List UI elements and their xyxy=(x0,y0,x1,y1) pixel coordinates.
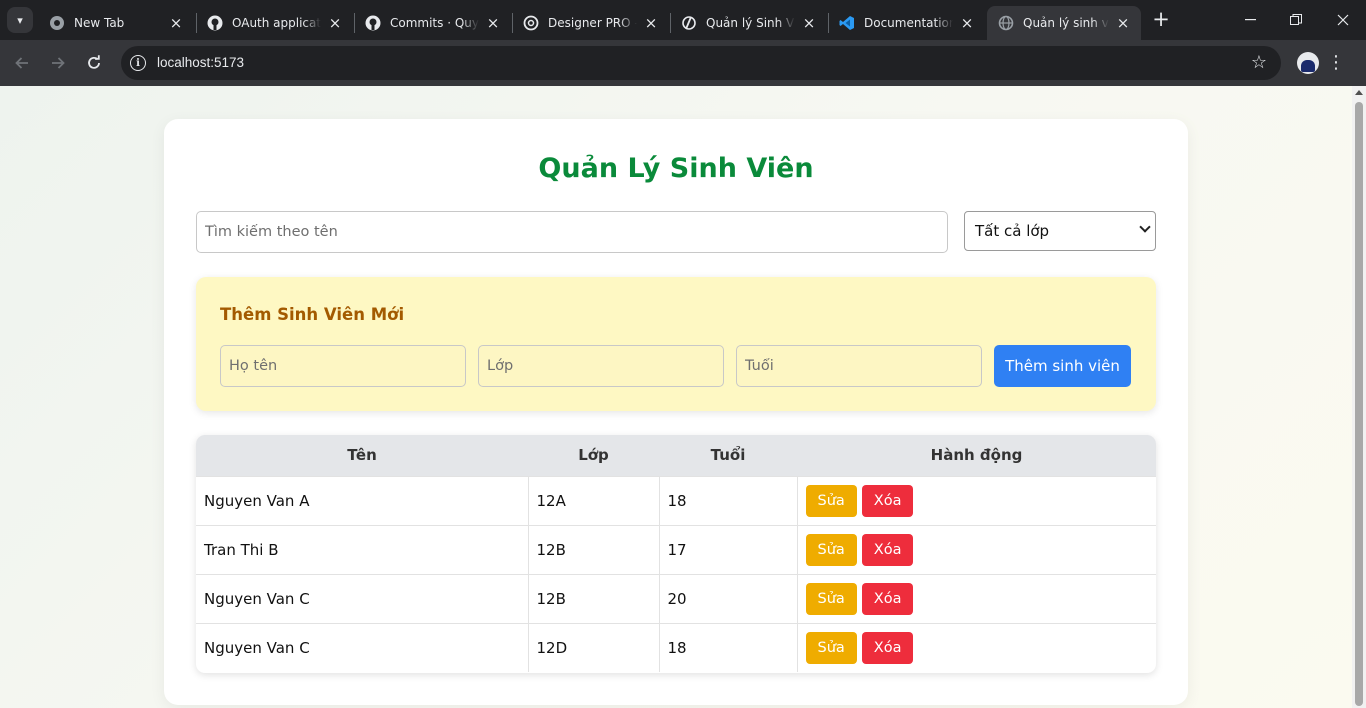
profile-avatar[interactable] xyxy=(1297,52,1319,74)
scroll-up-icon[interactable] xyxy=(1355,90,1363,95)
edit-button[interactable]: Sửa xyxy=(805,533,857,566)
back-icon[interactable] xyxy=(8,49,36,77)
cell-class: 12B xyxy=(527,524,659,574)
close-icon[interactable]: × xyxy=(327,15,343,31)
cell-age: 18 xyxy=(658,622,797,672)
tab-title: New Tab xyxy=(74,16,125,30)
tab-title: Quản lý sinh viên xyxy=(1023,16,1109,30)
address-bar[interactable]: i localhost:5173 ☆ xyxy=(121,46,1281,80)
cell-name: Tran Thi B xyxy=(196,524,528,574)
table-row: Nguyen Van A 12A 18 Sửa Xóa xyxy=(196,475,1156,525)
name-input[interactable] xyxy=(220,345,466,387)
close-icon[interactable]: × xyxy=(959,15,975,31)
cell-class: 12A xyxy=(527,475,659,525)
tab-title: Documentation xyxy=(864,16,953,30)
cell-age: 20 xyxy=(658,573,797,623)
vite-icon xyxy=(681,15,697,31)
reload-icon[interactable] xyxy=(80,49,108,77)
url-text: localhost:5173 xyxy=(157,55,245,70)
class-input[interactable] xyxy=(478,345,724,387)
page-title: Quản Lý Sinh Viên xyxy=(538,153,814,184)
add-student-panel: Thêm Sinh Viên Mới Thêm sinh viên xyxy=(196,277,1156,411)
tab-search-chevron-icon[interactable]: ▾ xyxy=(7,7,33,33)
app-card: Quản Lý Sinh Viên Tất cả lớp Thêm Sinh V… xyxy=(164,119,1188,705)
new-tab-button[interactable]: + xyxy=(1150,8,1172,32)
table-row: Tran Thi B 12B 17 Sửa Xóa xyxy=(196,524,1156,574)
cell-age: 17 xyxy=(658,524,797,574)
forward-icon[interactable] xyxy=(44,49,72,77)
github-icon xyxy=(207,15,223,31)
class-filter-select[interactable]: Tất cả lớp xyxy=(964,211,1156,251)
delete-button[interactable]: Xóa xyxy=(861,631,914,664)
add-student-button[interactable]: Thêm sinh viên xyxy=(994,345,1131,387)
table-row: Nguyen Van C 12D 18 Sửa Xóa xyxy=(196,622,1156,672)
tab-designer[interactable]: Designer PRO — × xyxy=(512,6,669,40)
cell-actions: Sửa Xóa xyxy=(796,475,1156,525)
page-viewport: Quản Lý Sinh Viên Tất cả lớp Thêm Sinh V… xyxy=(0,86,1352,708)
kebab-menu-icon[interactable]: ⋮ xyxy=(1327,51,1345,75)
cell-age: 18 xyxy=(658,475,797,525)
chevron-down-icon xyxy=(1139,221,1151,233)
search-input[interactable] xyxy=(196,211,948,253)
cell-class: 12B xyxy=(527,573,659,623)
table-row: Nguyen Van C 12B 20 Sửa Xóa xyxy=(196,573,1156,623)
globe-icon xyxy=(998,15,1014,31)
scrollbar-thumb[interactable] xyxy=(1355,102,1363,706)
header-actions: Hành động xyxy=(797,435,1156,476)
close-icon[interactable]: × xyxy=(1115,15,1131,31)
header-age: Tuổi xyxy=(659,435,797,476)
students-table: Tên Lớp Tuổi Hành động Nguyen Van A 12A … xyxy=(196,435,1156,673)
header-class: Lớp xyxy=(528,435,659,476)
window-close-icon[interactable] xyxy=(1320,0,1366,40)
cell-name: Nguyen Van C xyxy=(196,573,528,623)
class-filter-value: Tất cả lớp xyxy=(975,222,1050,240)
close-icon[interactable]: × xyxy=(168,15,184,31)
edit-button[interactable]: Sửa xyxy=(805,582,857,615)
delete-button[interactable]: Xóa xyxy=(861,582,914,615)
tab-active-quan-ly-sinh-vien[interactable]: Quản lý sinh viên × xyxy=(987,6,1141,40)
page-scrollbar[interactable] xyxy=(1352,86,1366,708)
table-header-row: Tên Lớp Tuổi Hành động xyxy=(196,435,1156,476)
delete-button[interactable]: Xóa xyxy=(861,484,914,517)
vscode-icon xyxy=(839,15,855,31)
tab-quan-ly-sinh-vien[interactable]: Quản lý Sinh Viên × xyxy=(670,6,827,40)
openai-icon xyxy=(523,15,539,31)
close-icon[interactable]: × xyxy=(485,15,501,31)
restore-icon[interactable] xyxy=(1273,0,1319,40)
tab-new-tab[interactable]: New Tab × xyxy=(38,6,194,40)
cell-actions: Sửa Xóa xyxy=(796,524,1156,574)
tab-title: OAuth applications xyxy=(232,16,321,30)
tab-documentation[interactable]: Documentation × xyxy=(828,6,985,40)
cell-class: 12D xyxy=(527,622,659,672)
age-input[interactable] xyxy=(736,345,982,387)
chrome-icon xyxy=(49,15,65,31)
close-icon[interactable]: × xyxy=(801,15,817,31)
cell-actions: Sửa Xóa xyxy=(796,573,1156,623)
edit-button[interactable]: Sửa xyxy=(805,631,857,664)
github-icon xyxy=(365,15,381,31)
tab-strip: ▾ New Tab × OAuth applications × Commits… xyxy=(0,0,1366,40)
minimize-icon[interactable] xyxy=(1227,0,1273,40)
tab-oauth[interactable]: OAuth applications × xyxy=(196,6,353,40)
cell-name: Nguyen Van C xyxy=(196,622,528,672)
browser-toolbar: i localhost:5173 ☆ xyxy=(0,40,1366,86)
cell-actions: Sửa Xóa xyxy=(796,622,1156,672)
header-name: Tên xyxy=(196,435,528,476)
add-student-title: Thêm Sinh Viên Mới xyxy=(220,305,405,324)
tab-title: Quản lý Sinh Viên xyxy=(706,16,795,30)
tab-title: Designer PRO — xyxy=(548,16,637,30)
edit-button[interactable]: Sửa xyxy=(805,484,857,517)
close-icon[interactable]: × xyxy=(643,15,659,31)
tab-title: Commits · Quynh xyxy=(390,16,479,30)
cell-name: Nguyen Van A xyxy=(196,475,528,525)
site-info-icon[interactable]: i xyxy=(130,55,146,71)
tab-commits[interactable]: Commits · Quynh × xyxy=(354,6,511,40)
delete-button[interactable]: Xóa xyxy=(861,533,914,566)
bookmark-star-icon[interactable]: ☆ xyxy=(1251,52,1267,73)
